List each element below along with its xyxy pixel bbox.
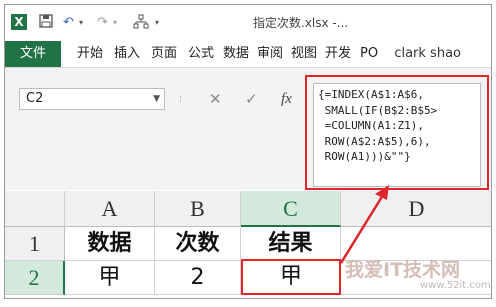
cell-a1[interactable]: 数据 [65,227,155,261]
cell-b2[interactable]: 2 [155,261,241,295]
tab-insert[interactable]: 插入 [114,41,140,67]
worksheet-grid: A B C D 1 2 数据 次数 结果 甲 2 甲 [5,191,491,298]
formula-bar-buttons: ⋮ ✕ ✓ fx [173,88,305,110]
watermark-url: www.52it.com [420,280,491,291]
tab-home[interactable]: 开始 [77,41,103,67]
formula-bar-dots-icon: ⋮ [177,95,184,103]
cell-b1[interactable]: 次数 [155,227,241,261]
excel-window: X ↶ ▾ ↷ ▾ ▾ 指定次数.xlsx -... 文件 开始 插入 页面 公… [4,4,492,299]
undo-dropdown-icon[interactable]: ▾ [79,14,83,32]
undo-icon[interactable]: ↶ [63,14,74,32]
user-name[interactable]: clark shao [394,41,461,67]
redo-icon[interactable]: ↷ [97,14,108,32]
cell-c2-active[interactable]: 甲 [241,259,341,295]
tab-review[interactable]: 审阅 [257,41,283,67]
cell-c1[interactable]: 结果 [241,227,341,261]
workbook-structure-icon[interactable] [133,14,149,32]
tab-formulas[interactable]: 公式 [188,41,214,67]
tab-po[interactable]: PO [360,41,378,67]
tab-data[interactable]: 数据 [223,41,249,67]
column-header-c[interactable]: C [241,191,341,227]
name-box-value: C2 [26,91,44,106]
name-box[interactable]: C2 ▼ [19,88,165,110]
tab-page-layout[interactable]: 页面 [151,41,177,67]
enter-icon[interactable]: ✓ [245,88,258,110]
window-title: 指定次数.xlsx -... [253,16,349,30]
insert-function-icon[interactable]: fx [281,88,292,110]
excel-logo-icon: X [11,14,27,30]
tab-developer[interactable]: 开发 [325,41,351,67]
save-icon[interactable] [39,14,53,32]
tab-file[interactable]: 文件 [5,41,61,67]
title-bar: X ↶ ▾ ↷ ▾ ▾ 指定次数.xlsx -... [5,5,491,41]
row-header-2[interactable]: 2 [5,261,65,295]
tab-view[interactable]: 视图 [291,41,317,67]
redo-dropdown-icon[interactable]: ▾ [113,14,117,32]
ribbon-tabs: 文件 开始 插入 页面 公式 数据 审阅 视图 开发 PO clark shao [5,41,491,68]
formula-highlight-box [305,75,489,190]
row-header-1[interactable]: 1 [5,227,65,261]
column-header-d[interactable]: D [341,191,491,227]
chevron-down-icon[interactable]: ▼ [153,89,160,109]
customize-toolbar-icon[interactable]: ▾ [155,14,159,32]
column-header-a[interactable]: A [65,191,155,227]
select-all-corner[interactable] [5,191,65,227]
watermark-logo: 我爱IT技术网 [345,259,461,281]
column-header-b[interactable]: B [155,191,241,227]
cell-a2[interactable]: 甲 [65,261,155,295]
cancel-icon[interactable]: ✕ [209,88,222,110]
